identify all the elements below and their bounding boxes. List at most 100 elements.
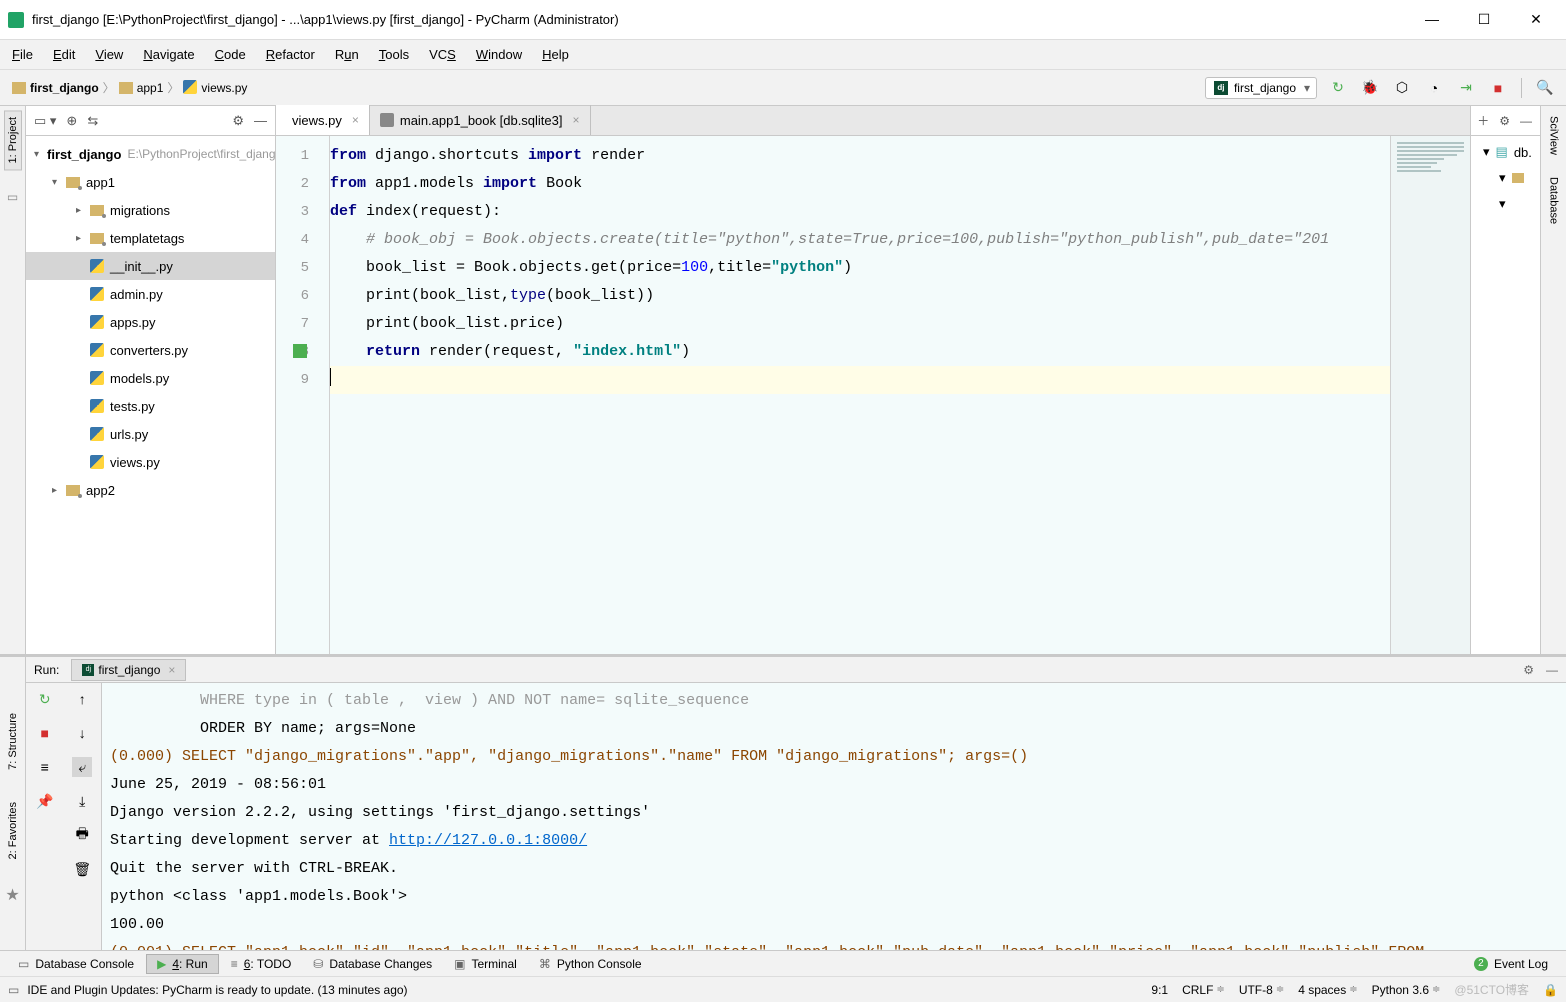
indent[interactable]: 4 spaces xyxy=(1298,983,1357,997)
hide-icon[interactable]: — xyxy=(254,113,267,128)
bb-eventlog[interactable]: 2Event Log xyxy=(1464,955,1558,973)
right-tool-strip: SciView Database xyxy=(1540,106,1566,654)
menu-file[interactable]: File xyxy=(12,47,33,62)
pin-button[interactable]: 📌 xyxy=(35,791,55,811)
tree-file-urls[interactable]: urls.py xyxy=(26,420,275,448)
run-config-selector[interactable]: dj first_django xyxy=(1205,77,1317,99)
tree-app2[interactable]: ▸app2 xyxy=(26,476,275,504)
print-button[interactable]: 🖶 xyxy=(72,825,92,845)
bc-app1[interactable]: app1 xyxy=(119,81,164,95)
add-icon[interactable]: ＋ xyxy=(1477,112,1489,129)
tree-file-admin[interactable]: admin.py xyxy=(26,280,275,308)
tab-views[interactable]: views.py× xyxy=(276,105,370,135)
close-tab-icon[interactable]: × xyxy=(352,113,359,127)
bottom-toolbar: ▭Database Console ▶4: Run ≡6: TODO ⛁Data… xyxy=(0,950,1566,976)
bb-run[interactable]: ▶4: Run xyxy=(146,954,219,974)
up-button[interactable]: ↑ xyxy=(72,689,92,709)
profile-button[interactable]: ◔ xyxy=(1425,79,1443,97)
stop-button[interactable]: ■ xyxy=(35,723,55,743)
menu-code[interactable]: Code xyxy=(215,47,246,62)
gear-icon[interactable]: ⚙ xyxy=(232,113,244,129)
navbar: first_django 〉 app1 〉 views.py dj first_… xyxy=(0,70,1566,106)
coverage-button[interactable]: ⬡ xyxy=(1393,79,1411,97)
close-tab-icon[interactable]: × xyxy=(168,663,175,677)
bc-file[interactable]: views.py xyxy=(183,80,247,95)
tool-tab-sciview[interactable]: SciView xyxy=(1546,110,1562,161)
editor[interactable]: 1234567 8 9 from django.shortcuts import… xyxy=(276,136,1470,654)
server-url-link[interactable]: http://127.0.0.1:8000/ xyxy=(389,832,587,849)
tree-file-models[interactable]: models.py xyxy=(26,364,275,392)
menu-refactor[interactable]: Refactor xyxy=(266,47,315,62)
code[interactable]: from django.shortcuts import render from… xyxy=(330,136,1390,654)
tree-root[interactable]: ▾first_djangoE:\PythonProject\first_djan… xyxy=(26,140,275,168)
collapse-icon[interactable]: ⇆ xyxy=(87,113,98,129)
tree-templatetags[interactable]: ▸templatetags xyxy=(26,224,275,252)
python-file-icon xyxy=(90,259,104,273)
menu-edit[interactable]: Edit xyxy=(53,47,75,62)
db-more[interactable]: ▾ xyxy=(1479,196,1532,212)
tree-file-converters[interactable]: converters.py xyxy=(26,336,275,364)
gear-icon[interactable]: ⚙ xyxy=(1499,114,1510,128)
menu-tools[interactable]: Tools xyxy=(379,47,409,62)
menu-navigate[interactable]: Navigate xyxy=(143,47,194,62)
tree-migrations[interactable]: ▸migrations xyxy=(26,196,275,224)
project-view-selector[interactable]: ▭ ▾ xyxy=(34,113,56,129)
locate-icon[interactable]: ⊕ xyxy=(66,113,77,129)
tree-file-views[interactable]: views.py xyxy=(26,448,275,476)
clear-button[interactable]: 🗑 xyxy=(72,859,92,879)
bb-todo[interactable]: ≡6: TODO xyxy=(221,955,302,973)
menu-window[interactable]: Window xyxy=(476,47,522,62)
python-file-icon xyxy=(90,427,104,441)
tree-file-tests[interactable]: tests.py xyxy=(26,392,275,420)
html-gutter-icon[interactable] xyxy=(293,344,307,358)
layout-button[interactable]: ≡ xyxy=(35,757,55,777)
debug-button[interactable]: 🐞 xyxy=(1361,79,1379,97)
tree-file-init[interactable]: __init__.py xyxy=(26,252,275,280)
tool-tab-project[interactable]: 1: Project xyxy=(4,110,22,170)
menu-vcs[interactable]: VCS xyxy=(429,47,456,62)
bb-pyconsole[interactable]: ⌘Python Console xyxy=(529,955,652,973)
interpreter[interactable]: Python 3.6 xyxy=(1372,983,1441,997)
tree-app1[interactable]: ▾app1 xyxy=(26,168,275,196)
softwrap-button[interactable]: ⤶ xyxy=(72,757,92,777)
hide-icon[interactable]: — xyxy=(1546,663,1558,677)
db-node[interactable]: ▾▤db. xyxy=(1479,144,1532,160)
menu-run[interactable]: Run xyxy=(335,47,359,62)
cursor-position[interactable]: 9:1 xyxy=(1151,983,1168,997)
lock-icon[interactable]: 🔒 xyxy=(1543,983,1558,997)
tool-icon[interactable]: ▭ xyxy=(7,190,18,204)
menu-view[interactable]: View xyxy=(95,47,123,62)
bb-dbchanges[interactable]: ⛁Database Changes xyxy=(303,955,442,973)
star-icon[interactable]: ★ xyxy=(5,885,19,905)
close-button[interactable]: ✕ xyxy=(1522,11,1550,28)
tree-file-apps[interactable]: apps.py xyxy=(26,308,275,336)
minimap[interactable] xyxy=(1390,136,1470,654)
scroll-end-button[interactable]: ⤓ xyxy=(72,791,92,811)
tab-db[interactable]: main.app1_book [db.sqlite3]× xyxy=(370,105,591,135)
down-button[interactable]: ↓ xyxy=(72,723,92,743)
minimize-button[interactable]: ― xyxy=(1418,11,1446,28)
hide-icon[interactable]: — xyxy=(1520,114,1532,128)
tool-tab-structure[interactable]: 7: Structure xyxy=(5,707,21,776)
run-button[interactable]: ↻ xyxy=(1329,79,1347,97)
run-output[interactable]: WHERE type in ( table , view ) AND NOT n… xyxy=(102,683,1566,950)
gear-icon[interactable]: ⚙ xyxy=(1523,663,1534,677)
db-schema[interactable]: ▾ xyxy=(1479,170,1532,186)
close-tab-icon[interactable]: × xyxy=(573,113,580,127)
stop-button[interactable]: ■ xyxy=(1489,79,1507,97)
statusbar-icon[interactable]: ▭ xyxy=(8,983,19,997)
maximize-button[interactable]: ☐ xyxy=(1470,11,1498,28)
package-icon xyxy=(90,233,104,244)
rerun-button[interactable]: ↻ xyxy=(35,689,55,709)
concurrency-button[interactable]: ⇥ xyxy=(1457,79,1475,97)
line-separator[interactable]: CRLF xyxy=(1182,983,1225,997)
bb-terminal[interactable]: ▣Terminal xyxy=(444,955,527,973)
encoding[interactable]: UTF-8 xyxy=(1239,983,1284,997)
bb-dbconsole[interactable]: ▭Database Console xyxy=(8,955,144,973)
bc-root[interactable]: first_django xyxy=(12,81,99,95)
search-everywhere-button[interactable]: 🔍 xyxy=(1536,79,1554,97)
run-tab[interactable]: djfirst_django× xyxy=(71,659,186,681)
tool-tab-database[interactable]: Database xyxy=(1546,171,1562,230)
tool-tab-favorites[interactable]: 2: Favorites xyxy=(5,796,21,865)
menu-help[interactable]: Help xyxy=(542,47,569,62)
